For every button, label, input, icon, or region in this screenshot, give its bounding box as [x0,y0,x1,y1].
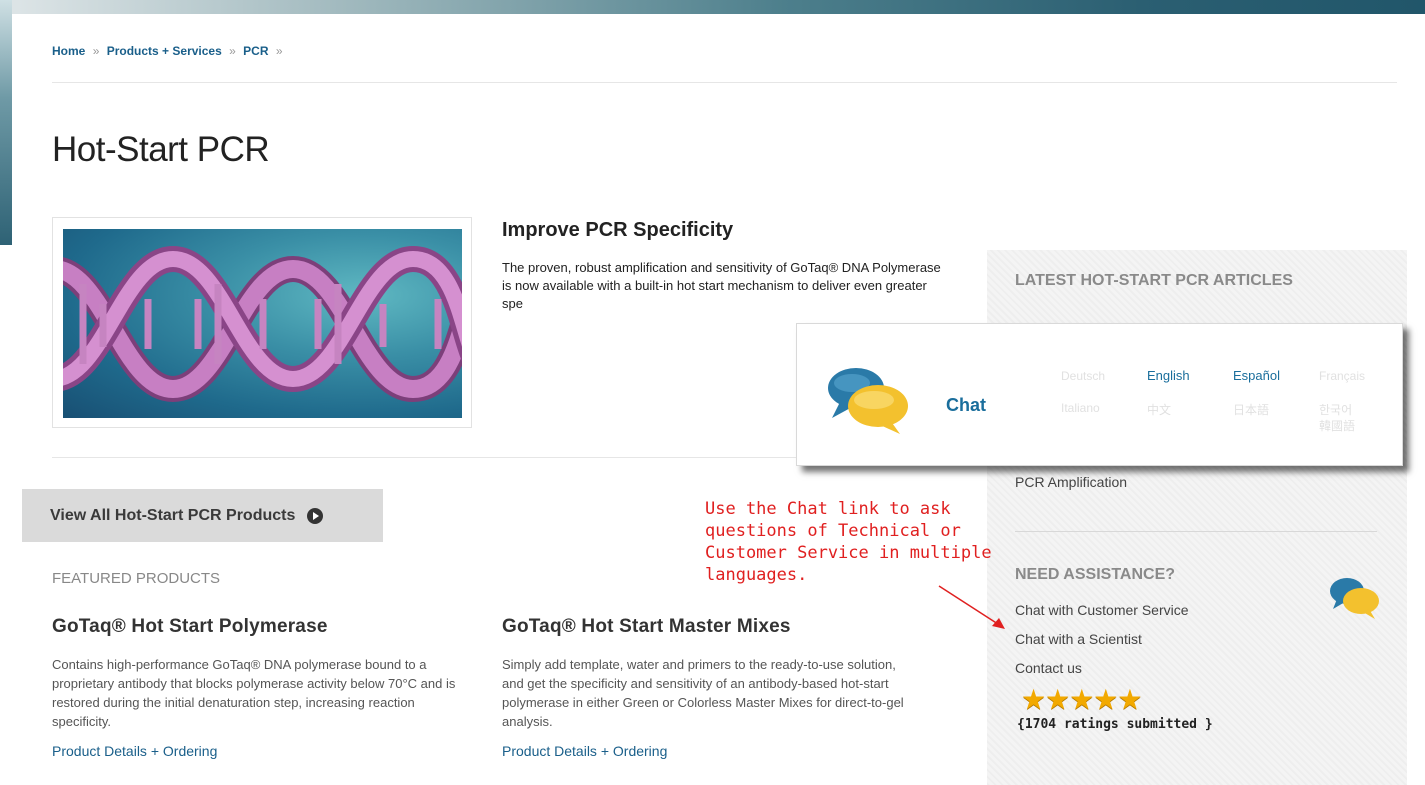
chat-bubbles-icon [826,364,912,441]
breadcrumb: Home » Products + Services » PCR » [52,44,287,58]
chat-scientist-link[interactable]: Chat with a Scientist [1015,631,1189,660]
view-all-products-label: View All Hot-Start PCR Products [50,506,296,524]
arrow-right-circle-icon [307,507,324,524]
chat-bubbles-icon [1329,575,1381,626]
product-card: GoTaq® Hot Start Polymerase Contains hig… [52,616,462,759]
top-header-band [0,0,1425,14]
article-link[interactable]: PCR Amplification [1015,474,1127,490]
product-description: Contains high-performance GoTaq® DNA pol… [52,657,456,729]
breadcrumb-separator: » [92,44,100,58]
language-korean[interactable]: 한국어 [1319,401,1352,418]
language-italiano[interactable]: Italiano [1061,401,1100,415]
assistance-links: Chat with Customer Service Chat with a S… [1015,602,1189,689]
language-japanese[interactable]: 日本語 [1233,401,1269,418]
chat-link[interactable]: Chat [946,395,986,416]
page-content: Home » Products + Services » PCR » Hot-S… [12,14,1425,785]
chat-language-popup: Chat Deutsch English Español Français It… [796,323,1403,466]
annotation-arrow-icon [938,585,1005,629]
annotation-callout: Use the Chat link to ask questions of Te… [705,499,992,585]
breadcrumb-separator: » [229,44,236,58]
language-francais[interactable]: Français [1319,369,1365,383]
language-deutsch[interactable]: Deutsch [1061,369,1105,383]
divider [52,82,1397,83]
product-details-link[interactable]: Product Details + Ordering [502,743,912,759]
chat-customer-service-link[interactable]: Chat with Customer Service [1015,602,1189,631]
latest-articles-heading: LATEST HOT-START PCR ARTICLES [1015,272,1293,289]
left-decor-strip [0,0,12,245]
page-title: Hot-Start PCR [52,130,270,169]
product-title: GoTaq® Hot Start Polymerase [52,616,328,637]
view-all-products-button[interactable]: View All Hot-Start PCR Products [22,489,383,542]
divider [1015,531,1377,532]
product-details-link[interactable]: Product Details + Ordering [52,743,462,759]
ratings-count: {1704 ratings submitted } [1017,717,1213,732]
product-card: GoTaq® Hot Start Master Mixes Simply add… [502,616,912,759]
featured-products-heading: FEATURED PRODUCTS [52,570,221,587]
language-traditional-chinese[interactable]: 韓國語 [1319,417,1355,434]
language-chinese[interactable]: 中文 [1147,401,1171,418]
language-espanol[interactable]: Español [1233,368,1280,383]
dna-helix-image [63,229,462,418]
breadcrumb-products-services[interactable]: Products + Services [107,44,222,58]
hero-image-frame [52,217,472,428]
hero-heading: Improve PCR Specificity [502,219,734,241]
product-title: GoTaq® Hot Start Master Mixes [502,616,791,637]
hero-text: The proven, robust amplification and sen… [502,260,941,311]
product-description: Simply add template, water and primers t… [502,657,904,729]
need-assistance-heading: NEED ASSISTANCE? [1015,566,1176,583]
breadcrumb-separator: » [275,44,283,58]
rating-stars: ★★★★★ [1021,684,1143,715]
breadcrumb-home[interactable]: Home [52,44,85,58]
breadcrumb-pcr[interactable]: PCR [243,44,268,58]
language-english[interactable]: English [1147,368,1190,383]
